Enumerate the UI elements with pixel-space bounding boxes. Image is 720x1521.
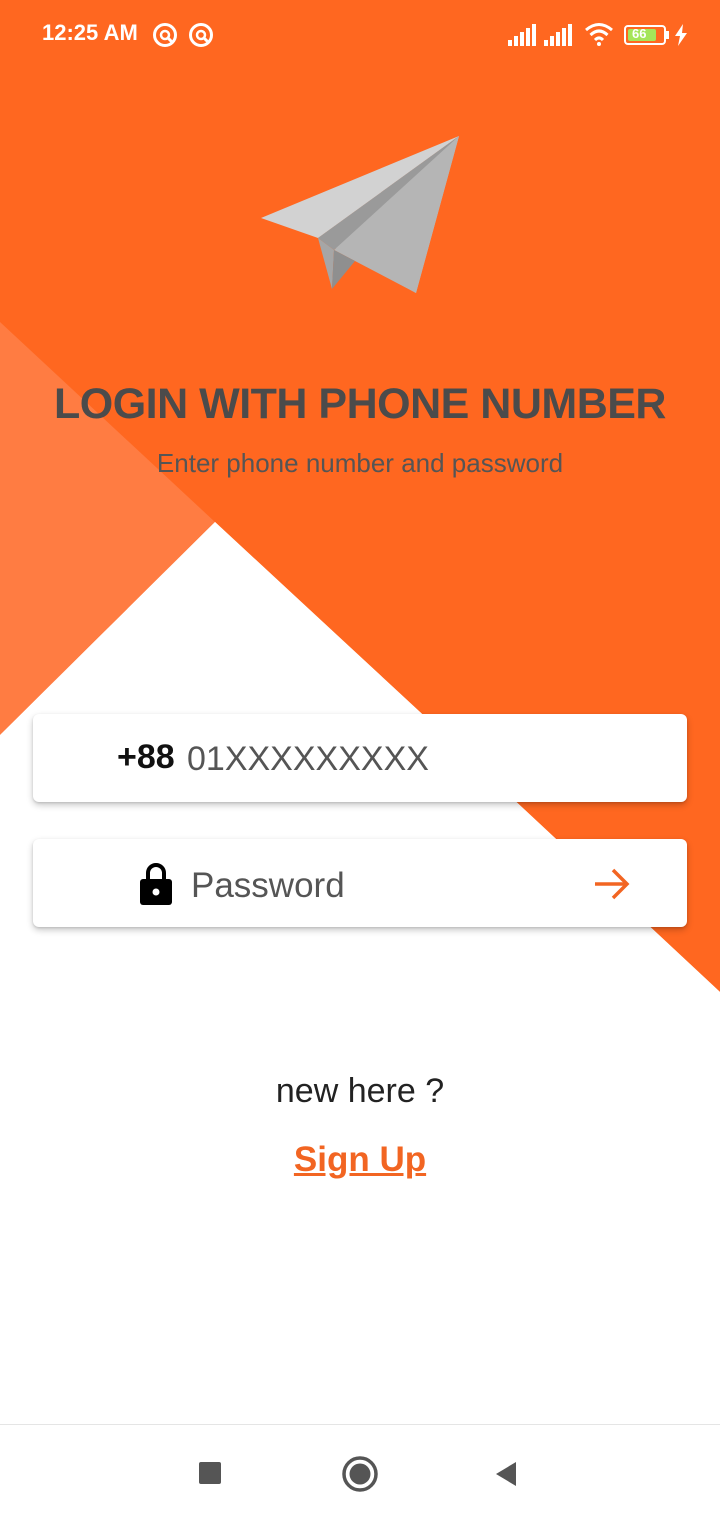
battery-icon: 66 — [624, 25, 666, 45]
battery-level: 66 — [632, 26, 647, 41]
back-icon[interactable] — [494, 1460, 518, 1488]
notification-icon — [189, 23, 213, 47]
wifi-icon — [585, 23, 613, 46]
notification-icon — [153, 23, 177, 47]
lock-icon — [140, 863, 172, 905]
password-input[interactable] — [189, 861, 573, 911]
status-bar: 12:25 AM 66 — [0, 0, 720, 70]
country-code: +88 — [117, 738, 175, 776]
signal-icon — [508, 24, 536, 46]
password-field — [33, 839, 687, 927]
page-title: LOGIN WITH PHONE NUMBER — [54, 380, 666, 428]
phone-field: +88 — [33, 714, 687, 802]
recents-icon[interactable] — [198, 1461, 222, 1485]
signal-icon — [544, 24, 572, 46]
page-subtitle: Enter phone number and password — [156, 448, 564, 478]
signup-link[interactable]: Sign Up — [0, 1140, 720, 1180]
charging-icon — [675, 24, 687, 46]
navigation-bar — [0, 1424, 720, 1521]
status-time: 12:25 AM — [42, 20, 138, 45]
home-icon[interactable] — [341, 1455, 379, 1493]
paper-plane-logo — [261, 136, 459, 293]
arrow-right-icon[interactable] — [589, 861, 635, 907]
battery-tip — [666, 31, 669, 39]
phone-input[interactable] — [185, 734, 649, 784]
new-here-label: new here ? — [275, 1072, 445, 1110]
